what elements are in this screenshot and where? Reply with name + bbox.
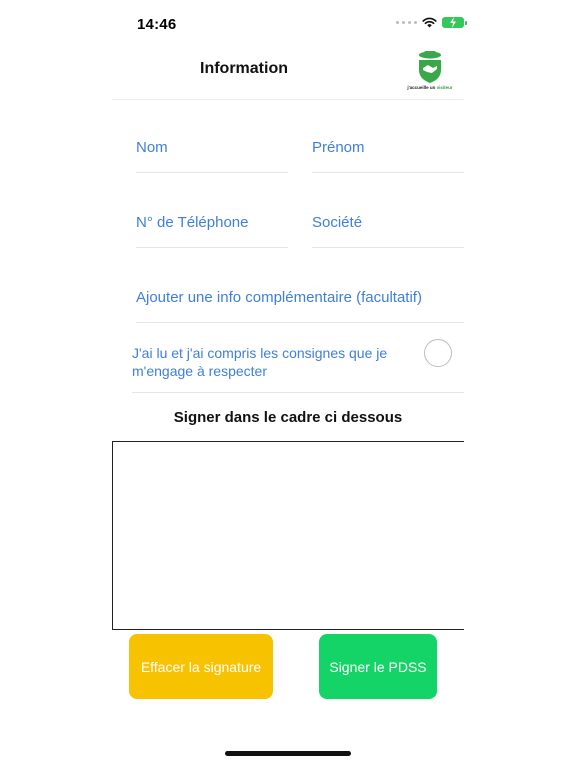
signature-heading: Signer dans le cadre ci dessous [173, 409, 403, 426]
page-title: Information [200, 60, 288, 77]
signature-pad[interactable] [112, 441, 464, 630]
status-bar: 14:46 [0, 0, 576, 48]
consent-row: J'ai lu et j'ai compris les consignes qu… [132, 324, 464, 393]
nom-input[interactable] [136, 135, 288, 156]
prenom-input[interactable] [312, 135, 464, 156]
wifi-icon [422, 17, 437, 28]
status-icons [396, 17, 467, 28]
clear-signature-button[interactable]: Effacer la signature [129, 634, 273, 699]
prenom-field-container [312, 135, 464, 173]
consent-checkbox[interactable] [424, 339, 452, 367]
telephone-field-container [136, 210, 288, 248]
consent-text: J'ai lu et j'ai compris les consignes qu… [132, 345, 388, 379]
telephone-input[interactable] [136, 210, 288, 231]
signal-dots-icon [396, 21, 417, 24]
home-indicator [225, 751, 351, 756]
status-time: 14:46 [137, 16, 177, 33]
shield-handshake-icon [419, 51, 441, 83]
logo-text: j'accueille un visiteur [407, 85, 453, 90]
nom-field-container [136, 135, 288, 173]
nav-bar: Information j'accueille un visiteur [112, 48, 464, 100]
societe-input[interactable] [312, 210, 464, 231]
societe-field-container [312, 210, 464, 248]
info-field-container [136, 285, 464, 323]
info-complementaire-input[interactable] [136, 285, 464, 306]
battery-charging-icon [442, 17, 467, 28]
sign-pdss-button[interactable]: Signer le PDSS [319, 634, 437, 699]
app-logo: j'accueille un visiteur [404, 50, 456, 94]
